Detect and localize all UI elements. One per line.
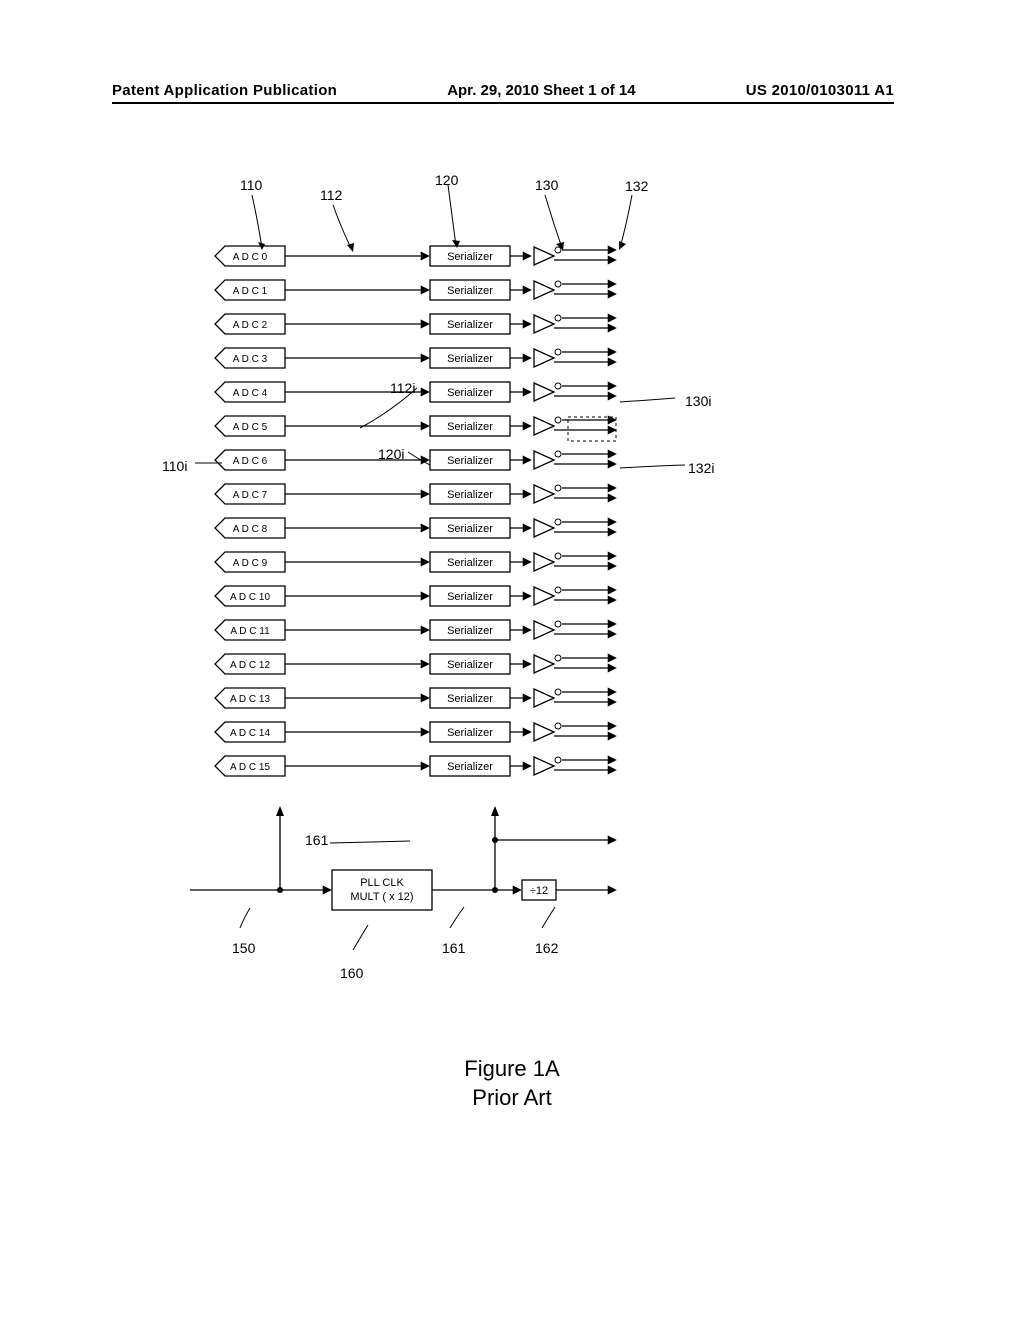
serializer-label: Serializer	[447, 285, 493, 297]
pll-block-line2: MULT ( x 12)	[350, 891, 413, 903]
adc-label: A D C 12	[230, 660, 270, 671]
adc-label: A D C 10	[230, 592, 270, 603]
output-buffer	[534, 349, 554, 367]
adc-label: A D C 0	[233, 252, 268, 263]
output-buffer	[534, 621, 554, 639]
serializer-label: Serializer	[447, 761, 493, 773]
output-buffer	[534, 655, 554, 673]
output-buffer	[534, 247, 554, 265]
serializer-label: Serializer	[447, 557, 493, 569]
serializer-label: Serializer	[447, 659, 493, 671]
serializer-label: Serializer	[447, 625, 493, 637]
serializer-label: Serializer	[447, 591, 493, 603]
figure-priorart: Prior Art	[0, 1084, 1024, 1113]
serializer-label: Serializer	[447, 387, 493, 399]
block-diagram: A D C 0 Serializer A D C 1 Serializer A D C …	[110, 150, 810, 970]
header-publication: Patent Application Publication	[112, 82, 337, 99]
output-buffer	[534, 383, 554, 401]
adc-label: A D C 5	[233, 422, 268, 433]
serializer-label: Serializer	[447, 455, 493, 467]
header-patent-number: US 2010/0103011 A1	[746, 82, 894, 99]
adc-label: A D C 15	[230, 762, 270, 773]
adc-label: A D C 4	[233, 388, 268, 399]
serializer-label: Serializer	[447, 251, 493, 263]
adc-label: A D C 2	[233, 320, 268, 331]
output-buffer	[534, 451, 554, 469]
adc-label: A D C 3	[233, 354, 268, 365]
output-buffer	[534, 723, 554, 741]
output-buffer	[534, 417, 554, 435]
output-buffer	[534, 587, 554, 605]
figure-caption: Figure 1A Prior Art	[0, 1055, 1024, 1112]
pll-block-line1: PLL CLK	[360, 877, 404, 889]
adc-label: A D C 13	[230, 694, 270, 705]
divider-block: ÷12	[530, 885, 548, 897]
adc-label: A D C 6	[233, 456, 268, 467]
output-buffer	[534, 485, 554, 503]
header-rule	[112, 102, 894, 104]
serializer-label: Serializer	[447, 693, 493, 705]
output-buffer	[534, 757, 554, 775]
header-date-sheet: Apr. 29, 2010 Sheet 1 of 14	[447, 82, 635, 99]
serializer-label: Serializer	[447, 727, 493, 739]
serializer-label: Serializer	[447, 319, 493, 331]
adc-label: A D C 11	[230, 626, 270, 637]
serializer-label: Serializer	[447, 421, 493, 433]
serializer-label: Serializer	[447, 489, 493, 501]
adc-label: A D C 14	[230, 728, 270, 739]
output-buffer	[534, 281, 554, 299]
output-buffer	[534, 553, 554, 571]
page-header: Patent Application Publication Apr. 29, …	[112, 82, 894, 99]
serializer-label: Serializer	[447, 353, 493, 365]
adc-label: A D C 9	[233, 558, 268, 569]
adc-label: A D C 1	[233, 286, 268, 297]
figure-number: Figure 1A	[0, 1055, 1024, 1084]
adc-label: A D C 8	[233, 524, 268, 535]
serializer-label: Serializer	[447, 523, 493, 535]
output-buffer	[534, 315, 554, 333]
output-buffer	[534, 519, 554, 537]
adc-label: A D C 7	[233, 490, 268, 501]
output-buffer	[534, 689, 554, 707]
